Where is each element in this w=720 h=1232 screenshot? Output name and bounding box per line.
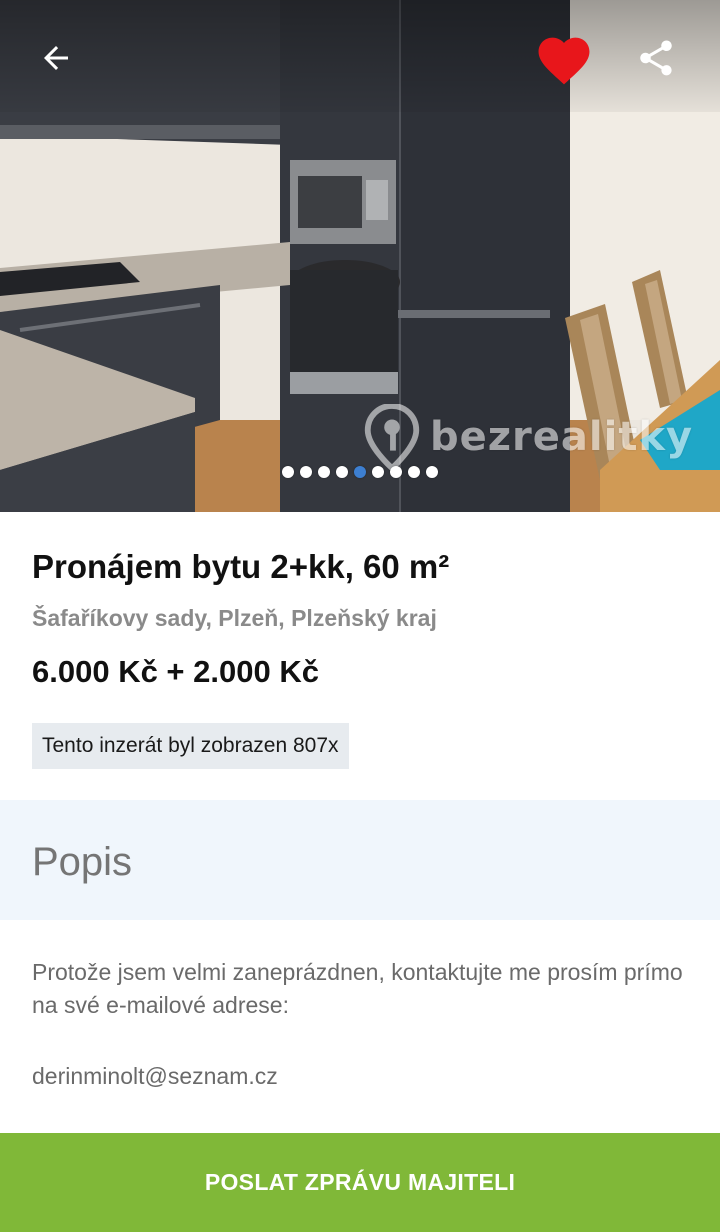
gallery-dot[interactable]: [318, 466, 330, 478]
gallery-dot[interactable]: [354, 466, 366, 478]
gallery-dot[interactable]: [390, 466, 402, 478]
contact-owner-label: POSLAT ZPRÁVU MAJITELI: [204, 1169, 516, 1195]
heart-icon: [538, 37, 590, 85]
listing-price: 6.000 Kč + 2.000 Kč: [32, 654, 319, 689]
watermark-logo: bezrealitky: [362, 404, 693, 470]
contact-owner-button[interactable]: POSLAT ZPRÁVU MAJITELI: [0, 1133, 720, 1232]
listing-photo-gallery[interactable]: bezrealitky: [0, 0, 720, 512]
share-icon: [640, 40, 672, 76]
gallery-dot[interactable]: [300, 466, 312, 478]
gallery-dot[interactable]: [282, 466, 294, 478]
description-text: Protože jsem velmi zaneprázdnen, kontakt…: [32, 959, 683, 1018]
key-pin-icon: [364, 404, 420, 470]
description-header: Popis: [0, 800, 720, 920]
contact-email[interactable]: derinminolt@seznam.cz: [32, 1063, 278, 1090]
back-button[interactable]: [20, 22, 92, 94]
photo-top-overlay: [0, 0, 720, 112]
views-badge: Tento inzerát byl zobrazen 807x: [32, 723, 349, 769]
gallery-dot[interactable]: [408, 466, 420, 478]
listing-title: Pronájem bytu 2+kk, 60 m²: [32, 548, 450, 585]
watermark-text: bezrealitky: [430, 414, 694, 460]
description-heading: Popis: [32, 840, 133, 884]
listing-address: Šafaříkovy sady, Plzeň, Plzeňský kraj: [32, 605, 437, 631]
gallery-pagination: [0, 466, 720, 478]
favorite-button[interactable]: [528, 22, 600, 94]
arrow-left-icon: [44, 46, 68, 70]
gallery-dot[interactable]: [336, 466, 348, 478]
gallery-dot[interactable]: [372, 466, 384, 478]
share-button[interactable]: [620, 22, 692, 94]
gallery-dot[interactable]: [426, 466, 438, 478]
